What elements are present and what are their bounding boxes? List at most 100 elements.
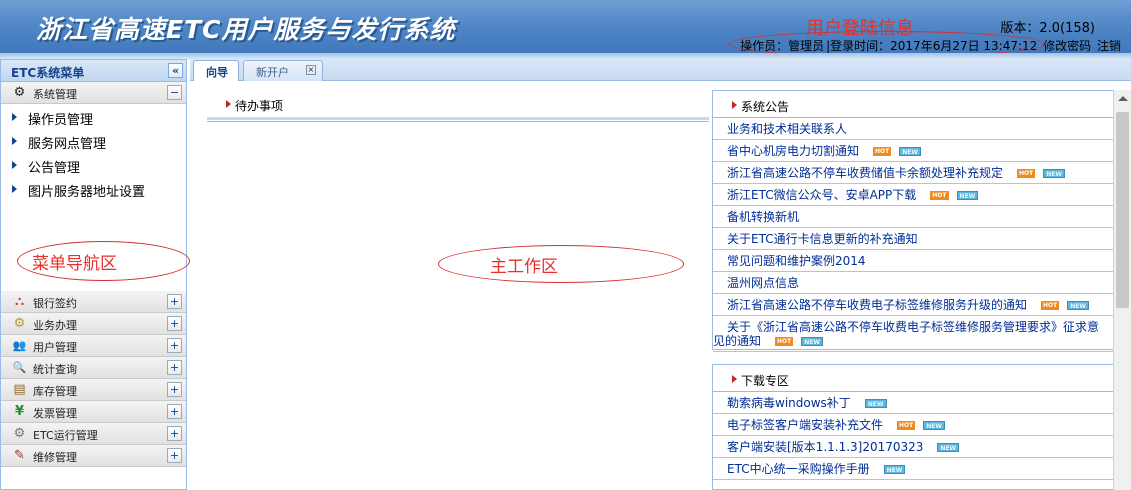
notice-title: 系统公告	[713, 91, 1113, 118]
sidebar-item-notice[interactable]: 公告管理	[1, 152, 186, 176]
close-tab-icon[interactable]: ×	[306, 65, 316, 75]
new-badge-icon: NEW	[937, 443, 960, 452]
link-text: 电子标签客户端安装补充文件	[727, 418, 884, 432]
gear-icon: ⚙	[13, 85, 26, 100]
download-list: 勒索病毒windows补丁 NEW 电子标签客户端安装补充文件 HOT NEW 客户端安装…	[713, 392, 1113, 480]
expand-group-icon[interactable]: +	[167, 448, 182, 463]
notice-item[interactable]: 关于《浙江省高速公路不停车收费电子标签维修服务管理要求》征求意见的通知 HOT NE…	[713, 316, 1113, 352]
menu-group-invoice[interactable]: ¥ 发票管理 +	[1, 401, 186, 423]
collapse-group-icon[interactable]: −	[167, 85, 182, 100]
download-panel: 下载专区 勒索病毒windows补丁 NEW 电子标签客户端安装补充文件 HOT NEW…	[712, 364, 1113, 490]
todo-panel: 待办事项	[207, 90, 709, 122]
menu-group-business[interactable]: ⚙ 业务办理 +	[1, 313, 186, 335]
menu-group-system[interactable]: ⚙ 系统管理 −	[1, 82, 186, 104]
menu-group-label: 系统管理	[33, 88, 77, 101]
operator-label: 操作员：管理员	[740, 39, 825, 53]
sidebar-title: ETC系统菜单	[11, 66, 85, 80]
menu-group-label: 银行签约	[33, 297, 77, 310]
sidebar-item-operator[interactable]: 操作员管理	[1, 104, 186, 128]
scrollbar-thumb[interactable]	[1116, 112, 1129, 308]
tab-new-account[interactable]: 新开户 ×	[243, 60, 323, 81]
expand-group-icon[interactable]: +	[167, 426, 182, 441]
notice-item[interactable]: 浙江ETC微信公众号、安卓APP下载 HOT NEW	[713, 184, 1113, 206]
new-badge-icon: NEW	[883, 465, 906, 474]
link-text: 浙江ETC微信公众号、安卓APP下载	[727, 188, 917, 202]
menu-group-label: 发票管理	[33, 407, 77, 420]
menu-group-label: 用户管理	[33, 341, 77, 354]
menu-group-label: 业务办理	[33, 319, 77, 332]
notice-item[interactable]: 浙江省高速公路不停车收费电子标签维修服务升级的通知 HOT NEW	[713, 294, 1113, 316]
notice-item[interactable]: 浙江省高速公路不停车收费储值卡余额处理补充规定 HOT NEW	[713, 162, 1113, 184]
download-item[interactable]: 勒索病毒windows补丁 NEW	[713, 392, 1113, 414]
notice-item[interactable]: 省中心机房电力切割通知 HOT NEW	[713, 140, 1113, 162]
repair-icon: ✎	[14, 448, 25, 463]
expand-group-icon[interactable]: +	[167, 404, 182, 419]
collapse-sidebar-icon[interactable]: «	[168, 63, 183, 78]
version-label: 版本：2.0(158)	[1000, 21, 1095, 36]
inventory-icon: ▤	[13, 382, 26, 397]
notice-item[interactable]: 温州网点信息	[713, 272, 1113, 294]
menu-group-users[interactable]: 👥 用户管理 +	[1, 335, 186, 357]
menu-group-label: 维修管理	[33, 451, 77, 464]
gear-icon: ⚙	[13, 426, 26, 441]
notice-panel: 系统公告 业务和技术相关联系人 省中心机房电力切割通知 HOT NEW 浙江省高速公路不…	[712, 90, 1113, 352]
change-password-link[interactable]: 修改密码	[1043, 39, 1091, 53]
download-item[interactable]: ETC中心统一采购操作手册 NEW	[713, 458, 1113, 480]
sidebar: ETC系统菜单 « ⚙ 系统管理 − 操作员管理 服务网点管理 公告管理 图片服…	[0, 59, 190, 490]
new-badge-icon: NEW	[864, 399, 887, 408]
gears-icon: ⚙	[13, 316, 26, 331]
link-text: 客户端安装[版本1.1.1.3]20170323	[727, 440, 924, 454]
logout-link[interactable]: 注销	[1097, 39, 1121, 53]
expand-group-icon[interactable]: +	[167, 294, 182, 309]
link-text: 温州网点信息	[727, 276, 800, 290]
link-text: 省中心机房电力切割通知	[727, 144, 860, 158]
expand-group-icon[interactable]: +	[167, 338, 182, 353]
link-text: 关于《浙江省高速公路不停车收费电子标签维修服务管理要求》征求意见的通知	[713, 320, 1100, 348]
new-badge-icon: NEW	[1067, 301, 1089, 310]
expand-group-icon[interactable]: +	[167, 360, 182, 375]
download-item[interactable]: 电子标签客户端安装补充文件 HOT NEW	[713, 414, 1113, 436]
system-menu-items: 操作员管理 服务网点管理 公告管理 图片服务器地址设置 菜单导航区	[1, 104, 190, 291]
hot-badge-icon: HOT	[775, 337, 794, 346]
sidebar-item-image-server[interactable]: 图片服务器地址设置	[1, 176, 186, 200]
menu-group-bank[interactable]: ⛬ 银行签约 +	[1, 291, 186, 313]
new-badge-icon: NEW	[899, 147, 921, 156]
notice-item[interactable]: 备机转换新机	[713, 206, 1113, 228]
tab-guide[interactable]: 向导	[193, 60, 239, 82]
annotation-main-work: 主工作区	[490, 257, 558, 277]
link-text: ETC中心统一采购操作手册	[727, 462, 870, 476]
menu-group-label: 库存管理	[33, 385, 77, 398]
menu-group-etc-ops[interactable]: ⚙ ETC运行管理 +	[1, 423, 186, 445]
sidebar-item-service-point[interactable]: 服务网点管理	[1, 128, 186, 152]
users-icon: 👥	[12, 339, 27, 352]
login-time-label: |登录时间：2017年6月27日 13:47:12	[826, 39, 1038, 53]
notice-item[interactable]: 关于ETC通行卡信息更新的补充通知	[713, 228, 1113, 250]
annotation-oval-main	[438, 245, 684, 283]
magnifier-icon: 🔍	[12, 361, 27, 374]
notice-item[interactable]: 业务和技术相关联系人	[713, 118, 1113, 140]
menu-group-inventory[interactable]: ▤ 库存管理 +	[1, 379, 186, 401]
user-info-bar: 操作员：管理员 |登录时间：2017年6月27日 13:47:12 修改密码 注销	[740, 37, 1123, 54]
menu-group-statistics[interactable]: 🔍 统计查询 +	[1, 357, 186, 379]
menu-group-label: ETC运行管理	[33, 429, 98, 442]
notice-list: 业务和技术相关联系人 省中心机房电力切割通知 HOT NEW 浙江省高速公路不停车收费储…	[713, 118, 1113, 352]
expand-group-icon[interactable]: +	[167, 382, 182, 397]
scroll-up-icon[interactable]	[1118, 96, 1128, 101]
link-text: 勒索病毒windows补丁	[727, 396, 851, 410]
download-item[interactable]: 客户端安装[版本1.1.1.3]20170323 NEW	[713, 436, 1113, 458]
link-text: 备机转换新机	[727, 210, 800, 224]
hot-badge-icon: HOT	[897, 421, 916, 430]
notice-item[interactable]: 常见问题和维护案例2014	[713, 250, 1113, 272]
annotation-menu-nav: 菜单导航区	[32, 254, 117, 274]
sidebar-header: ETC系统菜单 «	[1, 60, 186, 82]
link-text: 常见问题和维护案例2014	[727, 254, 866, 268]
link-text: 业务和技术相关联系人	[727, 122, 848, 136]
link-text: 关于ETC通行卡信息更新的补充通知	[727, 232, 918, 246]
vertical-scrollbar[interactable]	[1113, 90, 1131, 490]
menu-group-label: 统计查询	[33, 363, 77, 376]
expand-group-icon[interactable]: +	[167, 316, 182, 331]
menu-group-repair[interactable]: ✎ 维修管理 +	[1, 445, 186, 467]
link-text: 浙江省高速公路不停车收费电子标签维修服务升级的通知	[727, 298, 1028, 312]
main-workspace: 待办事项 主工作区 系统公告 业务和技术相关联系人 省中心机房电力切割通知 HOT N…	[190, 81, 1131, 490]
tab-label: 新开户	[256, 66, 289, 79]
